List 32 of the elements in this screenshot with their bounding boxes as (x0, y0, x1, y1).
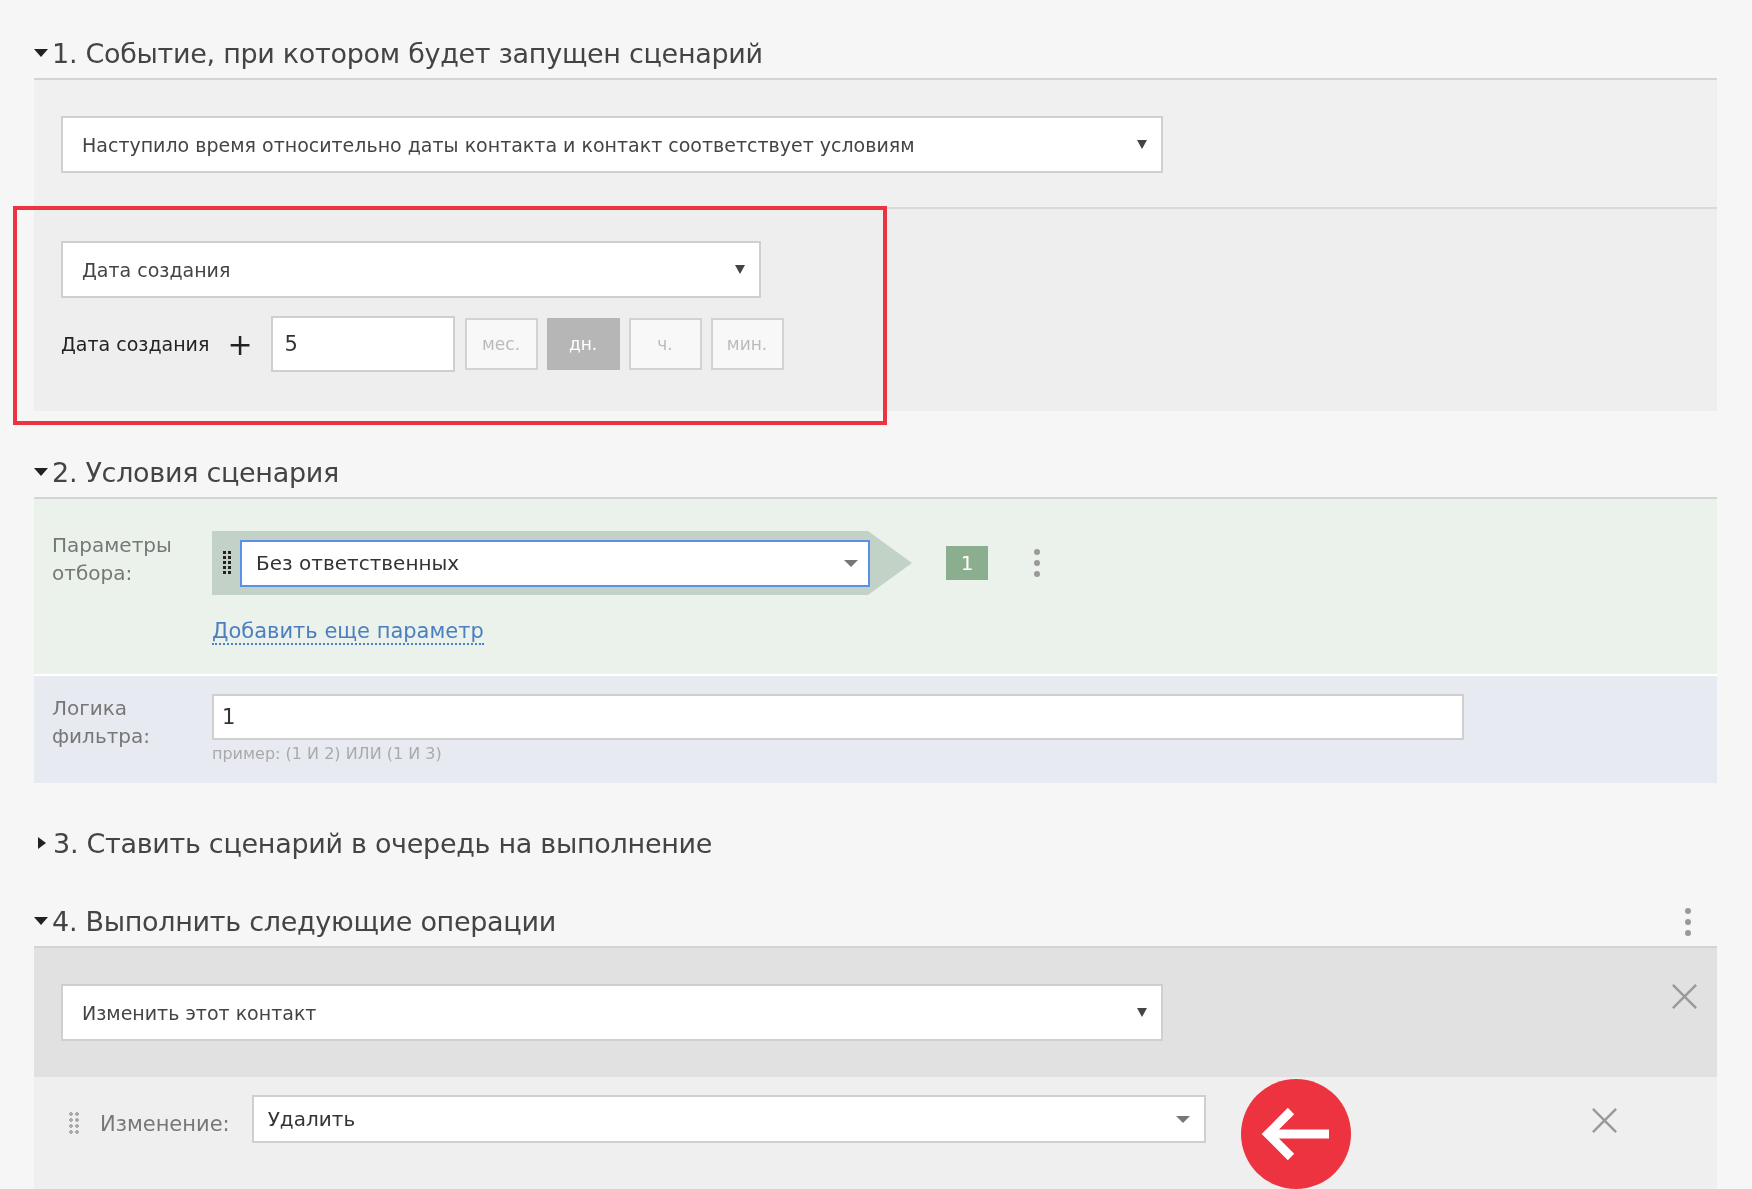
dropdown-arrow-icon (735, 265, 745, 274)
field-label: Изменение: (100, 1112, 230, 1136)
field-label: Параметры отбора: (52, 532, 173, 587)
number-input[interactable]: 5 (270, 316, 455, 372)
caret-icon[interactable] (34, 468, 48, 476)
dropdown-arrow-icon (1175, 1115, 1190, 1123)
hint-text: пример: (1 И 2) ИЛИ (1 И 3) (212, 744, 443, 763)
parameter-select[interactable]: Без ответственных (240, 539, 870, 587)
parameter-number: 1 (946, 546, 988, 580)
dropdown-arrow-icon (844, 559, 858, 567)
section-title: 2. Условия сценария (52, 456, 339, 488)
change-select[interactable]: Удалить (251, 1095, 1206, 1143)
drag-handle-icon[interactable] (222, 550, 232, 576)
section-title: 1. Событие, при котором будет запущен сценарий (52, 37, 763, 69)
add-parameter-link[interactable]: Добавить еще параметр (212, 619, 484, 645)
plus-sign: + (227, 326, 253, 362)
dropdown-arrow-icon (1137, 140, 1147, 149)
action-select[interactable]: Изменить этот контакт (61, 984, 1163, 1041)
section-title: 4. Выполнить следующие операции (52, 905, 556, 937)
caret-icon[interactable] (34, 49, 48, 57)
caret-icon[interactable] (38, 837, 46, 849)
date-select[interactable]: Дата создания (61, 241, 761, 298)
more-menu-icon[interactable] (1685, 908, 1691, 936)
field-label: Дата создания (61, 333, 210, 355)
dropdown-arrow-icon (1137, 1008, 1147, 1017)
drag-handle-icon[interactable] (68, 1111, 80, 1135)
event-select[interactable]: Наступило время относительно даты контакта и контакт соответствует условиям (61, 116, 1163, 173)
field-label: Логика фильтра: (52, 695, 151, 750)
caret-icon[interactable] (34, 917, 48, 925)
logic-input[interactable]: 1 (212, 694, 1464, 740)
section-title: 3. Ставить сценарий в очередь на выполнение (53, 827, 713, 859)
arrow-pointer-icon (1240, 1079, 1351, 1189)
